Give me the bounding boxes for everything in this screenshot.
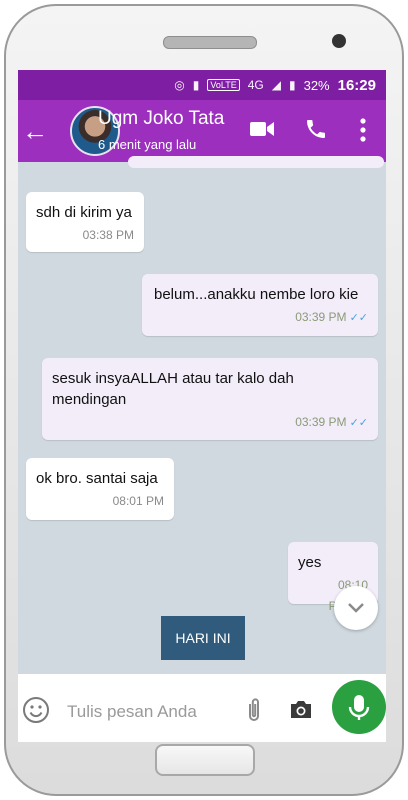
clock: 16:29 — [337, 76, 376, 94]
double-check-icon: ✓✓ — [349, 417, 368, 429]
previous-message-edge — [128, 156, 384, 168]
signal-icon: ◢ — [271, 78, 281, 92]
contact-name[interactable]: Ugm Joko Tata — [98, 108, 233, 130]
scroll-down-button[interactable] — [334, 586, 378, 630]
status-bar: ◎ ▮ VoLTE 4G ◢ ▮ 32% 16:29 — [18, 70, 386, 100]
message-input[interactable]: Tulis pesan Anda — [67, 702, 197, 722]
message-input-bar: Tulis pesan Anda — [18, 674, 386, 742]
date-separator: HARI INI — [161, 616, 245, 660]
message-time: 03:39 PM ✓✓ — [295, 310, 368, 324]
front-camera — [332, 34, 346, 48]
message-text: belum...anakku nembe loro kie — [154, 286, 359, 303]
double-check-icon: ✓✓ — [349, 312, 368, 324]
signal-4g-label: 4G — [247, 78, 264, 92]
message-time: 03:39 PM ✓✓ — [295, 415, 368, 429]
more-vert-icon[interactable] — [356, 117, 370, 143]
phone-call-icon[interactable] — [304, 117, 328, 141]
sim-icon: ▮ — [192, 78, 200, 92]
emoji-icon[interactable] — [22, 696, 50, 724]
speaker-grille — [163, 36, 257, 49]
message-text: ok bro. santai saja — [36, 470, 158, 487]
message-bubble[interactable]: belum...anakku nembe loro kie 03:39 PM ✓✓ — [142, 274, 378, 336]
mic-icon — [348, 695, 370, 720]
camera-icon[interactable] — [288, 698, 314, 720]
message-bubble[interactable]: ok bro. santai saja 08:01 PM — [26, 458, 174, 520]
hotspot-icon: ◎ — [174, 78, 185, 92]
message-text: yes — [298, 554, 322, 571]
screen: ◎ ▮ VoLTE 4G ◢ ▮ 32% 16:29 ← Ugm Joko Ta… — [18, 70, 386, 742]
home-button[interactable] — [155, 744, 255, 776]
video-call-icon[interactable] — [250, 120, 274, 138]
last-seen: 6 menit yang lalu — [98, 137, 197, 152]
back-arrow-icon[interactable]: ← — [22, 116, 48, 147]
chat-area[interactable]: sdh di kirim ya 03:38 PM belum...anakku … — [18, 156, 386, 682]
message-text: sdh di kirim ya — [36, 204, 132, 221]
message-time: 08:01 PM — [112, 494, 164, 508]
message-bubble[interactable]: sesuk insyaALLAH atau tar kalo dah mendi… — [42, 358, 378, 440]
attachment-icon[interactable] — [244, 696, 264, 724]
message-time: 03:38 PM — [82, 228, 134, 242]
battery-percent: 32% — [303, 77, 330, 93]
chat-header: ← Ugm Joko Tata 6 menit yang lalu — [18, 100, 386, 162]
battery-icon: ▮ — [288, 78, 296, 92]
mic-button[interactable] — [332, 680, 386, 734]
message-bubble[interactable]: sdh di kirim ya 03:38 PM — [26, 192, 144, 252]
volte-badge: VoLTE — [207, 79, 240, 91]
scroll-down-icon — [348, 603, 364, 613]
message-text: sesuk insyaALLAH atau tar kalo dah mendi… — [52, 370, 294, 408]
